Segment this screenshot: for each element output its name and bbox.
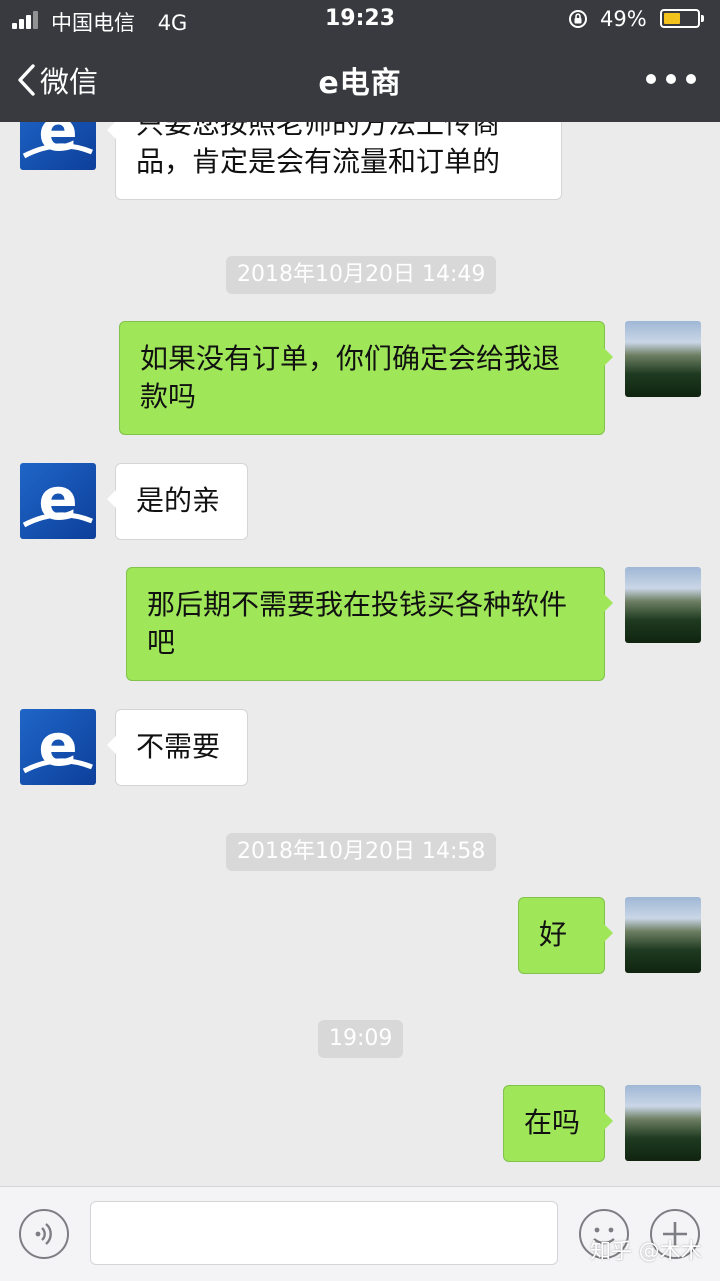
contact-avatar[interactable]: e [20,709,96,785]
battery-percent: 49% [600,7,647,31]
timestamp: 2018年10月20日 14:58 [226,833,497,871]
e-logo-icon: e [22,465,93,533]
svg-text:e: e [38,465,77,533]
contact-avatar[interactable]: e [20,122,96,170]
contact-avatar[interactable]: e [20,463,96,539]
more-dot-icon [686,74,696,84]
battery-level [664,13,680,24]
chat-area[interactable]: e 只要您按照老师的方法上传商品，肯定是会有流量和订单的 2018年10月20日… [0,122,720,1186]
watermark: 知乎 @木木 [590,1239,702,1263]
user-avatar[interactable] [625,567,701,643]
battery-tip [701,15,704,22]
svg-text:e: e [38,122,77,164]
message-bubble-outgoing[interactable]: 好 [518,897,613,974]
voice-button[interactable] [19,1209,69,1259]
message-bubble-outgoing[interactable]: 那后期不需要我在投钱买各种软件吧 [126,567,613,681]
message-bubble-incoming[interactable]: 是的亲 [107,463,248,540]
more-dot-icon [646,74,656,84]
message-bubble-incoming[interactable]: 不需要 [107,709,248,786]
message-input[interactable] [90,1201,558,1265]
message-bubble-incoming[interactable]: 只要您按照老师的方法上传商品，肯定是会有流量和订单的 [107,122,562,200]
more-options-button[interactable] [646,64,696,94]
rotation-lock-icon [569,10,587,28]
battery-icon [660,9,700,28]
message-bubble-outgoing[interactable]: 如果没有订单，你们确定会给我退款吗 [119,321,613,435]
input-bar [0,1186,720,1281]
timestamp: 19:09 [318,1020,404,1058]
svg-text:e: e [38,711,77,779]
voice-icon [35,1223,52,1245]
e-logo-icon: e [22,122,93,164]
user-avatar[interactable] [625,321,701,397]
top-bar: 中国电信 4G 19:23 49% 微信 e电商 [0,0,720,122]
more-dot-icon [666,74,676,84]
user-avatar[interactable] [625,1085,701,1161]
status-bar: 中国电信 4G 19:23 49% [0,0,720,40]
timestamp: 2018年10月20日 14:49 [226,256,497,294]
message-bubble-outgoing[interactable]: 在吗 [503,1085,613,1162]
navigation-bar: 微信 e电商 [0,40,720,122]
user-avatar[interactable] [625,897,701,973]
chat-title: e电商 [318,66,402,101]
e-logo-icon: e [22,711,93,779]
